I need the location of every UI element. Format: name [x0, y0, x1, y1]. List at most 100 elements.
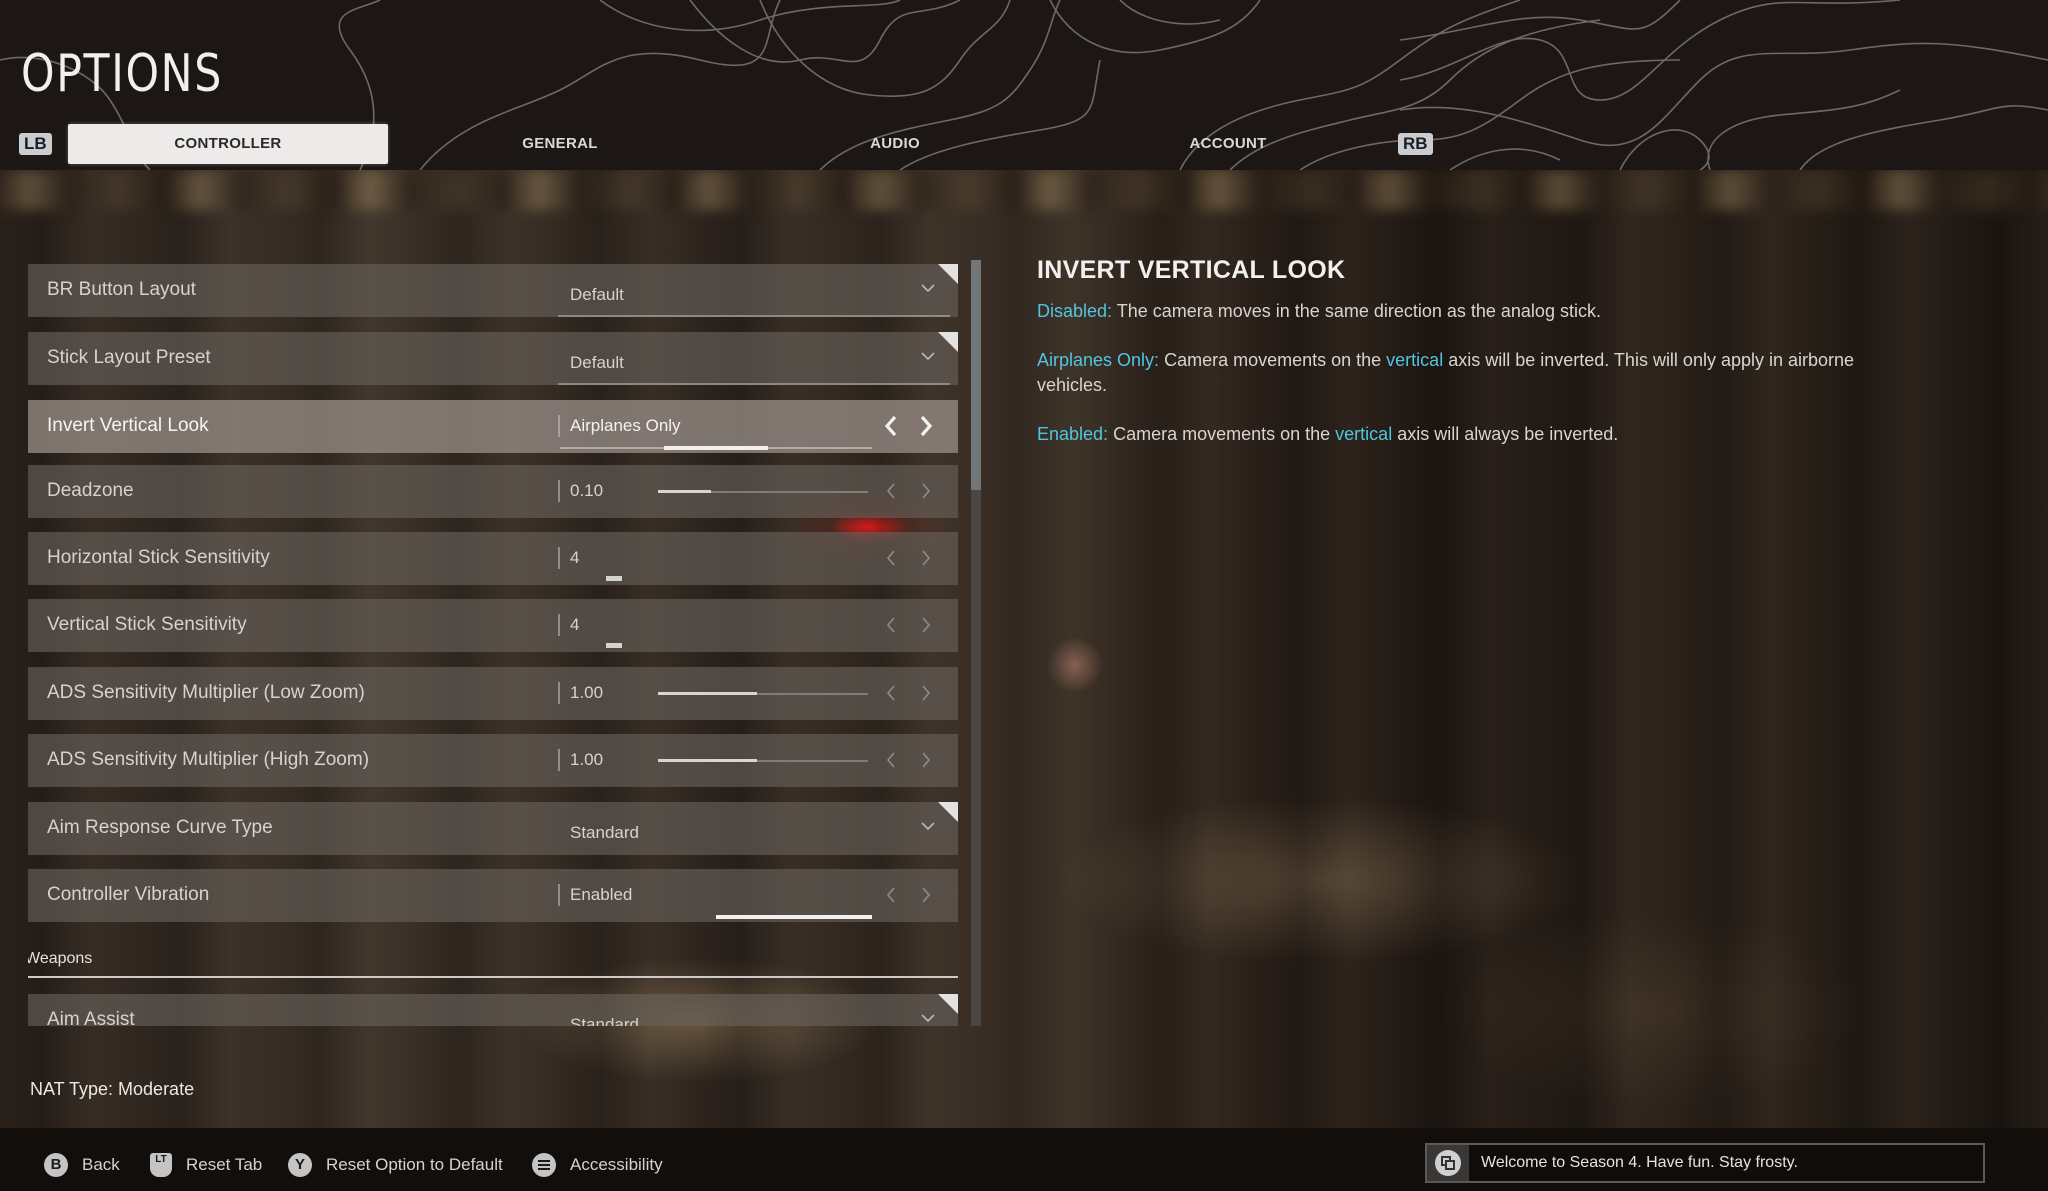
setting-label: Horizontal Stick Sensitivity [47, 547, 270, 568]
notification-icon [1435, 1150, 1461, 1176]
arrow-right-icon[interactable] [918, 479, 934, 503]
b-button-icon: B [44, 1153, 68, 1177]
description-panel: INVERT VERTICAL LOOK Disabled: The camer… [1037, 256, 1917, 471]
value-divider [558, 480, 560, 502]
description-enabled: Enabled: Camera movements on the vertica… [1037, 422, 1917, 447]
dropdown-corner-icon [938, 264, 958, 284]
setting-invert-vertical-look[interactable]: Invert Vertical Look Airplanes Only [28, 400, 958, 453]
tab-audio[interactable]: AUDIO [815, 124, 975, 164]
section-divider [28, 976, 958, 978]
value-divider [558, 884, 560, 906]
setting-value: 0.10 [570, 481, 604, 500]
setting-horizontal-stick-sensitivity[interactable]: Horizontal Stick Sensitivity 4 [28, 532, 958, 585]
arrow-right-icon[interactable] [918, 883, 934, 907]
setting-label: Vertical Stick Sensitivity [47, 614, 247, 635]
setting-value: Default [570, 353, 624, 372]
keyword: vertical [1335, 424, 1393, 444]
notification-toast: Welcome to Season 4. Have fun. Stay fros… [1425, 1143, 1985, 1183]
tab-account[interactable]: ACCOUNT [1148, 124, 1308, 164]
arrow-left-icon[interactable] [883, 479, 899, 503]
dropdown-underline [558, 315, 950, 317]
header: OPTIONS LB CONTROLLER GENERAL AUDIO ACCO… [0, 0, 2048, 170]
chevron-down-icon [921, 284, 935, 293]
option-text: axis will always be inverted. [1392, 424, 1619, 444]
slider-fill [658, 759, 757, 762]
slider-track[interactable] [658, 490, 868, 493]
arrow-left-icon[interactable] [883, 414, 899, 438]
option-text: Camera movements on the [1159, 350, 1387, 370]
arrow-right-icon[interactable] [918, 414, 934, 438]
lb-bumper-button[interactable]: LB [19, 133, 52, 155]
arrow-right-icon[interactable] [918, 546, 934, 570]
setting-label: Aim Assist [47, 1009, 135, 1026]
slider-track[interactable] [658, 692, 868, 695]
arrow-left-icon[interactable] [883, 681, 899, 705]
section-header-weapons: Weapons [28, 950, 958, 980]
arrow-left-icon[interactable] [883, 546, 899, 570]
option-key: Disabled: [1037, 301, 1113, 321]
arrow-left-icon[interactable] [883, 748, 899, 772]
setting-label: Controller Vibration [47, 884, 210, 905]
value-divider [558, 547, 560, 569]
arrow-right-icon[interactable] [918, 613, 934, 637]
accessibility-button[interactable]: Accessibility [532, 1152, 663, 1178]
reset-option-to-default-button[interactable]: Y Reset Option to Default [288, 1152, 503, 1178]
setting-label: ADS Sensitivity Multiplier (Low Zoom) [47, 682, 365, 703]
option-indicator [716, 915, 872, 919]
menu-button-icon [532, 1153, 556, 1177]
option-key: Enabled: [1037, 424, 1109, 444]
option-indicator [664, 446, 768, 450]
setting-value: 4 [570, 615, 580, 634]
scrollbar[interactable] [971, 260, 981, 1026]
slider-fill [658, 692, 757, 695]
keyword: vertical [1386, 350, 1444, 370]
value-indicator [606, 576, 622, 581]
option-key: Airplanes Only: [1037, 350, 1160, 370]
arrow-right-icon[interactable] [918, 681, 934, 705]
setting-vertical-stick-sensitivity[interactable]: Vertical Stick Sensitivity 4 [28, 599, 958, 652]
setting-label: Stick Layout Preset [47, 347, 211, 368]
setting-label: Invert Vertical Look [47, 415, 209, 436]
setting-br-button-layout[interactable]: BR Button Layout Default [28, 264, 958, 317]
arrow-left-icon[interactable] [883, 613, 899, 637]
setting-stick-layout-preset[interactable]: Stick Layout Preset Default [28, 332, 958, 385]
slider-track[interactable] [658, 759, 868, 762]
chevron-down-icon [921, 352, 935, 361]
slider-fill [658, 490, 711, 493]
settings-list: BR Button Layout Default Stick Layout Pr… [28, 264, 958, 1026]
value-divider [558, 614, 560, 636]
chevron-down-icon [921, 822, 935, 831]
rb-bumper-button[interactable]: RB [1398, 133, 1433, 155]
dropdown-corner-icon [938, 994, 958, 1014]
description-title: INVERT VERTICAL LOOK [1037, 256, 1346, 284]
setting-value: Standard [570, 823, 639, 842]
prompt-label: Accessibility [570, 1155, 663, 1174]
setting-label: Aim Response Curve Type [47, 817, 273, 838]
tab-controller[interactable]: CONTROLLER [68, 124, 388, 164]
setting-ads-high-zoom[interactable]: ADS Sensitivity Multiplier (High Zoom) 1… [28, 734, 958, 787]
arrow-left-icon[interactable] [883, 883, 899, 907]
notification-text: Welcome to Season 4. Have fun. Stay fros… [1481, 1154, 1798, 1171]
dropdown-corner-icon [938, 332, 958, 352]
description-airplanes-only: Airplanes Only: Camera movements on the … [1037, 348, 1917, 398]
scrollbar-thumb[interactable] [971, 260, 981, 490]
value-divider [558, 415, 560, 437]
setting-aim-assist[interactable]: Aim Assist Standard [28, 994, 958, 1026]
tab-general[interactable]: GENERAL [480, 124, 640, 164]
dropdown-underline [558, 383, 950, 385]
setting-ads-low-zoom[interactable]: ADS Sensitivity Multiplier (Low Zoom) 1.… [28, 667, 958, 720]
setting-deadzone[interactable]: Deadzone 0.10 [28, 465, 958, 518]
setting-aim-response-curve-type[interactable]: Aim Response Curve Type Standard [28, 802, 958, 855]
setting-controller-vibration[interactable]: Controller Vibration Enabled [28, 869, 958, 922]
setting-value: Airplanes Only [570, 416, 681, 435]
background-lights [0, 170, 2048, 210]
setting-label: Deadzone [47, 480, 134, 501]
value-divider [558, 749, 560, 771]
setting-label: ADS Sensitivity Multiplier (High Zoom) [47, 749, 370, 770]
description-disabled: Disabled: The camera moves in the same d… [1037, 299, 1917, 324]
back-button[interactable]: B Back [44, 1152, 120, 1178]
chevron-down-icon [921, 1014, 935, 1023]
option-text: The camera moves in the same direction a… [1112, 301, 1601, 321]
arrow-right-icon[interactable] [918, 748, 934, 772]
reset-tab-button[interactable]: LT Reset Tab [150, 1152, 262, 1178]
